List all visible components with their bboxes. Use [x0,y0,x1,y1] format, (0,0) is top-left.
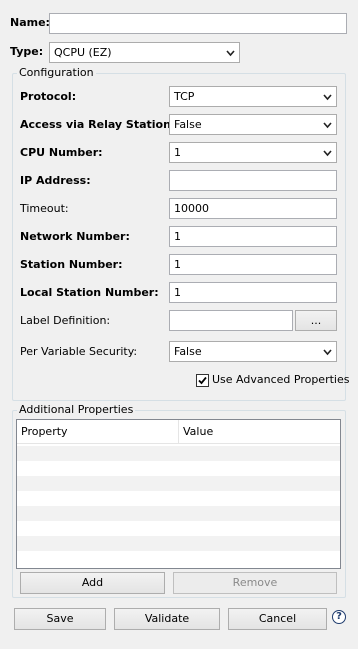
property-column-header[interactable]: Property [17,420,179,444]
label-definition-browse-button[interactable]: ... [295,310,337,331]
cpu-number-select-value: 1 [174,146,181,159]
cancel-button[interactable]: Cancel [228,608,327,630]
per-variable-security-select[interactable]: False [169,341,337,362]
table-row [17,506,340,521]
protocol-select[interactable]: TCP [169,86,337,107]
local-station-number-label: Local Station Number: [20,286,159,299]
configuration-title: Configuration [17,66,96,80]
local-station-number-input[interactable]: 1 [169,282,337,303]
help-icon[interactable]: ? [332,610,346,624]
type-label: Type: [10,45,44,58]
relay-select-value: False [174,118,202,131]
per-variable-security-select-value: False [174,345,202,358]
additional-properties-title: Additional Properties [17,403,136,417]
save-button[interactable]: Save [14,608,106,630]
station-number-input[interactable]: 1 [169,254,337,275]
name-input[interactable] [49,13,347,34]
cpu-number-select[interactable]: 1 [169,142,337,163]
table-row [17,551,340,566]
label-definition-input[interactable] [169,310,293,331]
add-property-button[interactable]: Add [20,572,165,594]
name-label: Name: [10,16,50,29]
checkmark-icon [198,376,207,385]
chevron-down-icon [323,122,332,129]
table-row [17,491,340,506]
table-row [17,461,340,476]
table-row [17,521,340,536]
validate-button[interactable]: Validate [114,608,220,630]
relay-select[interactable]: False [169,114,337,135]
ip-address-input[interactable] [169,170,337,191]
table-row [17,446,340,461]
properties-table[interactable]: Property Value [16,419,341,569]
use-advanced-label: Use Advanced Properties [212,373,350,386]
protocol-select-value: TCP [174,90,195,103]
table-row [17,476,340,491]
ip-address-label: IP Address: [20,174,91,187]
type-select[interactable]: QCPU (EZ) [49,42,240,63]
network-number-input[interactable]: 1 [169,226,337,247]
chevron-down-icon [323,150,332,157]
per-variable-security-label: Per Variable Security: [20,345,138,358]
timeout-label: Timeout: [20,202,69,215]
protocol-label: Protocol: [20,90,77,103]
chevron-down-icon [226,50,235,57]
value-column-header[interactable]: Value [179,420,340,444]
cpu-number-label: CPU Number: [20,146,103,159]
chevron-down-icon [323,94,332,101]
chevron-down-icon [323,349,332,356]
remove-property-button[interactable]: Remove [173,572,337,594]
use-advanced-checkbox[interactable] [196,374,209,387]
station-number-label: Station Number: [20,258,123,271]
network-number-label: Network Number: [20,230,130,243]
table-row [17,536,340,551]
timeout-input[interactable]: 10000 [169,198,337,219]
label-definition-label: Label Definition: [20,314,111,327]
relay-label: Access via Relay Station: [20,118,176,131]
type-select-value: QCPU (EZ) [54,46,112,59]
